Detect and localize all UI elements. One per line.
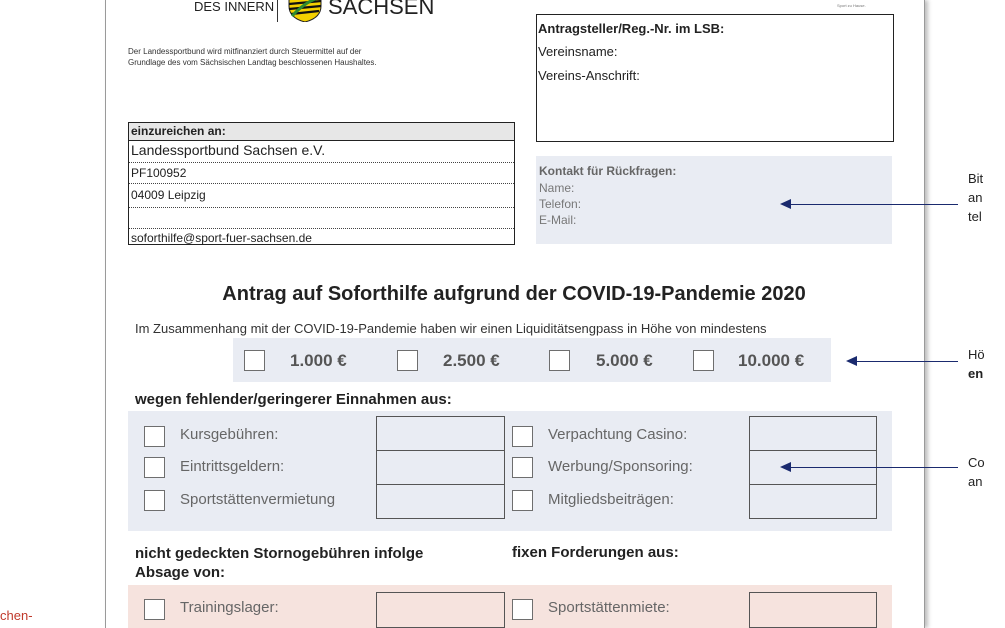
side-note-contact: Bit an tel [968,169,983,226]
income-checkbox-course-fees[interactable] [144,426,165,447]
storno-label-training-camp: Trainingslager: [180,599,279,616]
row-divider [129,183,514,185]
side-note-contact-line-3: tel [968,209,982,224]
callout-line [790,204,958,205]
amount-label-10000: 10.000 € [738,351,805,370]
submit-to-org: Landessportbund Sachsen e.V. [131,142,326,158]
contact-phone-label[interactable]: Telefon: [539,197,581,211]
amount-input-casino-lease[interactable] [749,416,877,451]
funding-note-line-2: Grundlage des vom Sächsischen Landtag be… [128,58,377,67]
fixed-checkbox-facility-rent[interactable] [512,599,533,620]
income-heading: wegen fehlender/geringerer Einnahmen aus… [135,391,452,408]
callout-line [856,361,958,362]
income-label-membership-fees: Mitgliedsbeiträgen: [548,491,674,508]
side-note-contact-line-2: an [968,190,983,205]
side-note-income: Co an [968,453,985,491]
side-note-income-line-2: an [968,474,983,489]
submit-to-title: einzureichen an: [131,124,226,138]
side-note-income-line-1: Co [968,455,985,470]
fixed-label-facility-rent: Sportstättenmiete: [548,599,670,616]
side-note-amount-line-1: Hö [968,347,985,362]
applicant-box-top-rule [536,14,894,15]
left-side-note: chen- [0,608,33,623]
storno-heading: nicht gedeckten Stornogebühren infolge A… [135,544,423,582]
amount-input-training-camp[interactable] [376,592,505,628]
side-note-amount-line-2: en [968,366,984,381]
income-label-sponsoring: Werbung/Sponsoring: [548,458,693,475]
sport-logo-tag: Sport zu Hause. [837,3,866,8]
income-checkbox-casino-lease[interactable] [512,426,533,447]
club-name-label[interactable]: Vereinsname: [538,44,618,59]
header-divider [277,0,278,22]
amount-input-facility-rent[interactable] [749,592,877,628]
row-divider [129,228,514,230]
storno-heading-line-1: nicht gedeckten Stornogebühren infolge [135,545,424,562]
amount-label-2500: 2.500 € [443,351,500,370]
income-checkbox-entrance-fees[interactable] [144,457,165,478]
saxony-coat-of-arms-icon [287,0,323,23]
submit-to-city: 04009 Leipzig [131,188,206,202]
amount-checkbox-5000[interactable] [549,350,570,371]
storno-heading-line-2: Absage von: [135,564,226,581]
amount-input-course-fees[interactable] [376,416,505,451]
intro-text: Im Zusammenhang mit der COVID-19-Pandemi… [135,321,767,336]
contact-title: Kontakt für Rückfragen: [539,164,677,178]
submit-to-po-box: PF100952 [131,166,187,180]
income-label-casino-lease: Verpachtung Casino: [548,426,688,443]
callout-line [790,467,958,468]
income-checkbox-facility-rental[interactable] [144,490,165,511]
amount-label-5000: 5.000 € [596,351,653,370]
form-title: Antrag auf Soforthilfe aufgrund der COVI… [222,283,806,305]
income-label-course-fees: Kursgebühren: [180,426,279,443]
amount-label-1000: 1.000 € [290,351,347,370]
state-label: SACHSEN [328,0,435,19]
income-label-facility-rental: Sportstättenvermietung [180,491,336,508]
fixed-claims-heading: fixen Forderungen aus: [512,544,679,561]
amount-checkbox-10000[interactable] [693,350,714,371]
amount-input-membership-fees[interactable] [749,484,877,519]
income-checkbox-membership-fees[interactable] [512,490,533,511]
ministry-label: DES INNERN [194,0,275,14]
amount-checkbox-2500[interactable] [397,350,418,371]
side-note-contact-line-1: Bit [968,171,984,186]
row-divider [129,162,514,164]
side-note-amount: Hö en [968,345,985,383]
amount-checkbox-1000[interactable] [244,350,265,371]
submit-to-email[interactable]: soforthilfe@sport-fuer-sachsen.de [131,231,312,245]
contact-email-label[interactable]: E-Mail: [539,213,576,227]
row-divider [129,207,514,209]
sport-logo: Sport zu Hause. [837,0,885,10]
contact-name-label[interactable]: Name: [539,181,574,195]
club-address-label[interactable]: Vereins-Anschrift: [538,68,640,83]
storno-checkbox-training-camp[interactable] [144,599,165,620]
amount-input-facility-rental[interactable] [376,484,505,519]
income-label-entrance-fees: Eintrittsgeldern: [180,458,285,475]
amount-input-entrance-fees[interactable] [376,450,505,485]
income-checkbox-sponsoring[interactable] [512,457,533,478]
applicant-title: Antragsteller/Reg.-Nr. im LSB: [538,21,725,36]
funding-note-line-1: Der Landessportbund wird mitfinanziert d… [128,47,362,56]
